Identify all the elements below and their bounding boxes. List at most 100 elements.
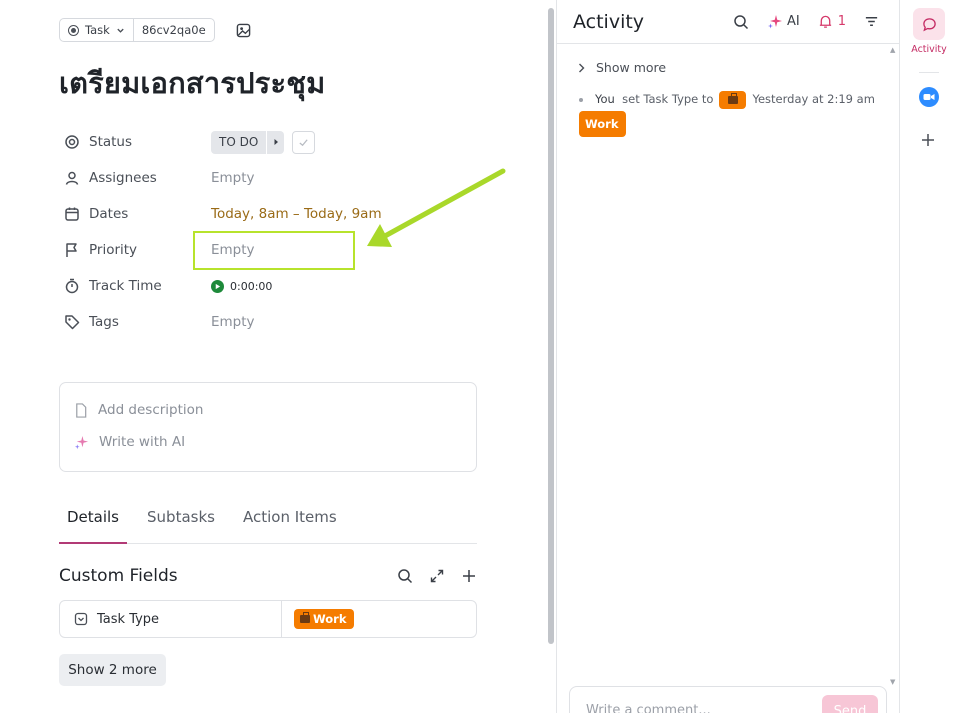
rail-divider [919,72,939,73]
dates-value[interactable]: Today, 8am – Today, 9am [211,206,382,222]
task-detail-panel: Task 86cv2qa0e เตรียมเอกสารประชุม Status… [0,0,548,713]
scroll-down-icon[interactable]: ▼ [890,678,895,686]
task-type-icon [68,24,79,36]
complete-check-button[interactable] [292,130,316,154]
add-description-label: Add description [98,402,204,418]
track-time-label: Track Time [89,278,162,294]
task-type-label: Task [85,23,110,37]
tags-value[interactable]: Empty [211,314,255,330]
activity-type-badge [719,90,747,109]
field-row-status: Status TO DO [64,124,484,160]
flag-icon [66,243,77,257]
ai-sparkle-icon [767,14,782,28]
activity-action: set Task Type to [622,92,714,106]
calendar-icon [65,207,79,221]
activity-show-more[interactable]: Show more [577,60,666,75]
description-box[interactable]: Add description Write with AI [59,382,477,472]
work-badge[interactable]: Work [294,609,354,629]
activity-bullet [579,97,583,102]
status-value: TO DO [211,130,316,154]
activity-item: You set Task Type to Yesterday at 2:19 am… [579,89,879,137]
status-text: TO DO [219,135,259,149]
scroll-up-icon[interactable]: ▲ [890,46,895,54]
priority-label-group: Priority [64,242,211,258]
custom-fields-header: Custom Fields [59,566,477,586]
field-row-assignees: Assignees Empty [64,160,484,196]
dates-label: Dates [89,206,129,222]
check-icon [299,138,308,146]
activity-rail-button[interactable] [913,8,945,40]
assignees-label: Assignees [89,170,157,186]
notification-count: 1 [837,14,846,29]
search-icon[interactable] [397,568,413,584]
track-time-text: 0:00:00 [230,279,273,293]
comment-bubble-icon [922,17,936,31]
add-icon[interactable] [461,568,477,584]
show-more-fields-button[interactable]: Show 2 more [59,654,166,686]
write-with-ai-row[interactable]: Write with AI [74,434,185,450]
bell-icon [819,15,831,28]
task-id: 86cv2qa0e [141,23,206,37]
task-id-chip[interactable]: 86cv2qa0e [132,19,214,41]
dropdown-field-icon [74,612,88,626]
write-with-ai-label: Write with AI [99,434,186,450]
user-icon [65,171,79,185]
chevron-right-icon [579,63,585,72]
zoom-icon[interactable] [919,87,939,107]
activity-rail-label: Activity [911,44,947,55]
activity-scrollbar[interactable]: ▲ ▼ [889,46,897,686]
task-topbar: Task 86cv2qa0e [59,18,253,42]
track-time-label-group: Track Time [64,278,211,294]
field-row-track-time: Track Time 0:00:00 [64,268,484,304]
add-cover-image-icon[interactable] [235,21,253,39]
task-fields: Status TO DO Assignees Empty Dates Today… [64,124,484,340]
task-title[interactable]: เตรียมเอกสารประชุม [59,60,325,106]
field-row-dates: Dates Today, 8am – Today, 9am [64,196,484,232]
tab-subtasks[interactable]: Subtasks [139,496,223,544]
dates-label-group: Dates [64,206,211,222]
tag-icon [65,315,80,330]
briefcase-icon [300,612,310,623]
comment-input[interactable]: Write a comment... [586,703,711,713]
activity-tools: AI 1 [733,14,899,30]
notifications-button[interactable]: 1 [818,14,846,29]
tags-label: Tags [89,314,119,330]
expand-icon[interactable] [429,568,445,584]
activity-work-badge: Work [579,111,626,137]
filter-icon[interactable] [864,14,879,29]
activity-work-label: Work [585,117,619,131]
work-badge-label: Work [313,612,347,626]
custom-fields-table: Task Type Work [59,600,477,638]
play-icon[interactable] [211,279,224,293]
tab-details[interactable]: Details [59,496,128,544]
ai-button[interactable]: AI [767,14,800,30]
activity-show-more-label: Show more [596,60,667,75]
status-icon [65,135,79,149]
custom-fields-title: Custom Fields [59,566,178,586]
status-label: Status [89,134,133,150]
detail-tabs: Details Subtasks Action Items [59,496,477,544]
activity-timestamp: Yesterday at 2:19 am [752,92,875,106]
activity-actor: You [595,92,615,106]
assignees-label-group: Assignees [64,170,211,186]
search-icon[interactable] [733,14,749,30]
add-description-row[interactable]: Add description [74,402,204,418]
sparkle-icon [74,435,89,449]
send-button[interactable]: Send [822,695,878,713]
assignees-value[interactable]: Empty [211,170,255,186]
track-time-value[interactable]: 0:00:00 [211,279,273,293]
task-type-selector[interactable]: Task [60,19,133,41]
status-pill[interactable]: TO DO [211,130,285,154]
custom-field-value-cell[interactable]: Work [282,601,354,637]
status-label-group: Status [64,134,211,150]
priority-label: Priority [89,242,138,258]
custom-field-name-cell: Task Type [60,601,282,637]
main-scrollbar[interactable] [547,0,555,713]
main-scrollbar-thumb[interactable] [548,8,554,644]
custom-field-name: Task Type [97,611,160,627]
tab-action-items[interactable]: Action Items [235,496,345,544]
field-row-tags: Tags Empty [64,304,484,340]
comment-box[interactable]: Write a comment... Send [569,686,887,713]
add-integration-icon[interactable] [920,132,936,153]
caret-right-icon[interactable] [266,130,284,154]
